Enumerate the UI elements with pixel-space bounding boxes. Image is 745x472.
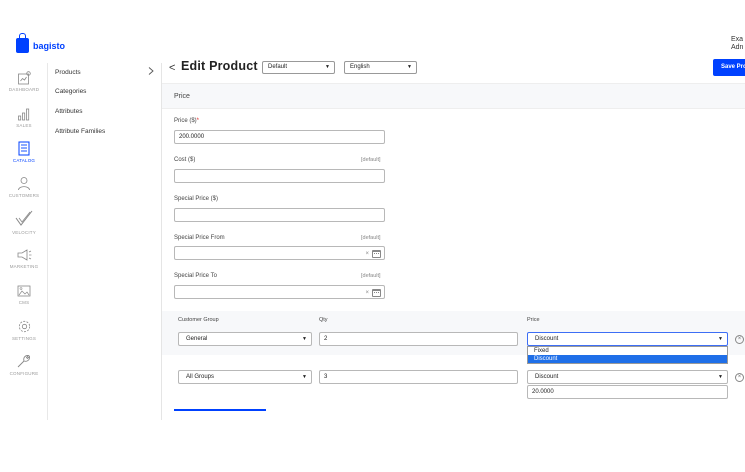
- nav-item-marketing[interactable]: MARKETING: [0, 248, 48, 269]
- catalog-subnav: Products Categories Attributes Attribute…: [48, 63, 162, 420]
- customer-group-value: General: [186, 336, 208, 342]
- section-title: Price: [174, 93, 190, 100]
- user-name: Exa: [731, 36, 744, 43]
- price-label: Price ($)*: [174, 118, 199, 124]
- price-value-input[interactable]: 20.0000: [527, 385, 728, 399]
- price-type-value: Discount: [535, 374, 559, 380]
- nav-label: CATALOG: [12, 158, 36, 163]
- group-price-header: Customer Group Qty Price: [162, 311, 745, 329]
- save-product-button[interactable]: Save Pro: [713, 59, 745, 76]
- calendar-icon[interactable]: [372, 250, 381, 258]
- customer-group-value: All Groups: [186, 374, 215, 380]
- special-price-from-input[interactable]: ×: [174, 246, 385, 260]
- dropdown-option[interactable]: Discount: [528, 355, 727, 363]
- price-type-dropdown: Fixed Discount: [527, 346, 728, 364]
- subnav-item-products[interactable]: Products: [55, 69, 81, 76]
- clear-icon[interactable]: ×: [365, 248, 369, 260]
- nav-label: CMS: [18, 300, 30, 305]
- catalog-icon: [18, 141, 30, 156]
- col-price: Price: [527, 317, 540, 323]
- cost-label: Cost ($): [174, 157, 196, 163]
- date-tools: ×: [365, 248, 381, 260]
- special-price-from-label: Special Price From: [174, 235, 225, 241]
- qty-input[interactable]: 3: [319, 370, 518, 384]
- price-section-header[interactable]: Price: [162, 83, 745, 109]
- add-group-price-button[interactable]: [174, 409, 266, 411]
- nav-label: SETTINGS: [11, 336, 37, 341]
- nav-label: DASHBOARD: [8, 87, 40, 92]
- velocity-icon: [15, 210, 33, 226]
- dashboard-icon: [18, 71, 31, 85]
- cms-icon: [17, 285, 31, 297]
- channel-select[interactable]: Default ▼: [262, 61, 335, 74]
- required-mark: *: [196, 118, 200, 124]
- locale-select[interactable]: English ▼: [344, 61, 417, 74]
- nav-item-sales[interactable]: SALES: [0, 107, 48, 128]
- gear-icon: [18, 320, 30, 333]
- remove-row-icon[interactable]: ×: [735, 373, 744, 382]
- nav-item-dashboard[interactable]: DASHBOARD: [0, 71, 48, 92]
- nav-label: VELOCITY: [12, 230, 36, 235]
- back-button[interactable]: <: [169, 62, 175, 74]
- shopping-bag-icon: [16, 33, 29, 53]
- price-label-text: Price ($): [174, 118, 197, 124]
- main-nav: DASHBOARD SALES CATALOG CUSTOMERS VELOCI…: [0, 63, 48, 420]
- nav-label: CONFIGURE: [9, 371, 39, 376]
- cost-input[interactable]: [174, 169, 385, 183]
- chevron-right-icon[interactable]: [148, 67, 154, 75]
- special-price-to-input[interactable]: ×: [174, 285, 385, 299]
- user-menu[interactable]: Exa Adn: [731, 36, 745, 52]
- customer-group-select[interactable]: All Groups ▼: [178, 370, 312, 384]
- chevron-down-icon: ▼: [325, 64, 330, 70]
- nav-item-catalog[interactable]: CATALOG: [0, 141, 48, 163]
- col-qty: Qty: [319, 317, 328, 323]
- chevron-down-icon: ▼: [407, 64, 412, 70]
- price-type-select[interactable]: Discount ▼: [527, 332, 728, 346]
- price-input[interactable]: 200.0000: [174, 130, 385, 144]
- special-price-input[interactable]: [174, 208, 385, 222]
- brand-logo[interactable]: bagisto: [16, 33, 66, 53]
- locale-select-value: English: [350, 64, 370, 70]
- user-role: Adn: [731, 44, 744, 51]
- price-type-select[interactable]: Discount ▼: [527, 370, 728, 384]
- nav-label: CUSTOMERS: [8, 193, 40, 198]
- nav-label: SALES: [16, 123, 32, 128]
- nav-item-velocity[interactable]: VELOCITY: [0, 210, 48, 235]
- special-price-to-label: Special Price To: [174, 273, 217, 279]
- calendar-icon[interactable]: [372, 289, 381, 297]
- nav-item-cms[interactable]: CMS: [0, 284, 48, 305]
- date-tools: ×: [365, 287, 381, 299]
- customer-group-select[interactable]: General ▼: [178, 332, 312, 346]
- sales-icon: [18, 108, 30, 121]
- subnav-item-attributes[interactable]: Attributes: [55, 108, 82, 115]
- chevron-down-icon: ▼: [718, 336, 723, 342]
- nav-item-configure[interactable]: CONFIGURE: [0, 353, 48, 376]
- special-price-from-scope: [default]: [361, 235, 381, 241]
- channel-select-value: Default: [268, 64, 288, 70]
- remove-row-icon[interactable]: ×: [735, 335, 744, 344]
- price-type-value: Discount: [535, 336, 559, 342]
- dropdown-option[interactable]: Fixed: [528, 347, 727, 355]
- special-price-to-scope: [default]: [361, 273, 381, 279]
- clear-icon[interactable]: ×: [365, 287, 369, 299]
- col-customer-group: Customer Group: [178, 317, 219, 323]
- wrench-icon: [17, 355, 30, 368]
- chevron-down-icon: ▼: [718, 374, 723, 380]
- customers-icon: [18, 177, 30, 191]
- app: bagisto Exa Adn DASHBOARD SALES CATALOG …: [0, 30, 745, 420]
- subnav-item-categories[interactable]: Categories: [55, 88, 86, 95]
- qty-input[interactable]: 2: [319, 332, 518, 346]
- subnav-item-attribute-families[interactable]: Attribute Families: [55, 128, 105, 135]
- nav-item-settings[interactable]: SETTINGS: [0, 319, 48, 341]
- nav-label: MARKETING: [9, 264, 39, 269]
- nav-item-customers[interactable]: CUSTOMERS: [0, 176, 48, 198]
- chevron-down-icon: ▼: [302, 374, 307, 380]
- page-title: Edit Product: [181, 59, 258, 73]
- brand-name: bagisto: [33, 40, 66, 51]
- chevron-down-icon: ▼: [302, 336, 307, 342]
- megaphone-icon: [17, 249, 32, 261]
- cost-scope: [default]: [361, 157, 381, 163]
- special-price-label: Special Price ($): [174, 196, 219, 202]
